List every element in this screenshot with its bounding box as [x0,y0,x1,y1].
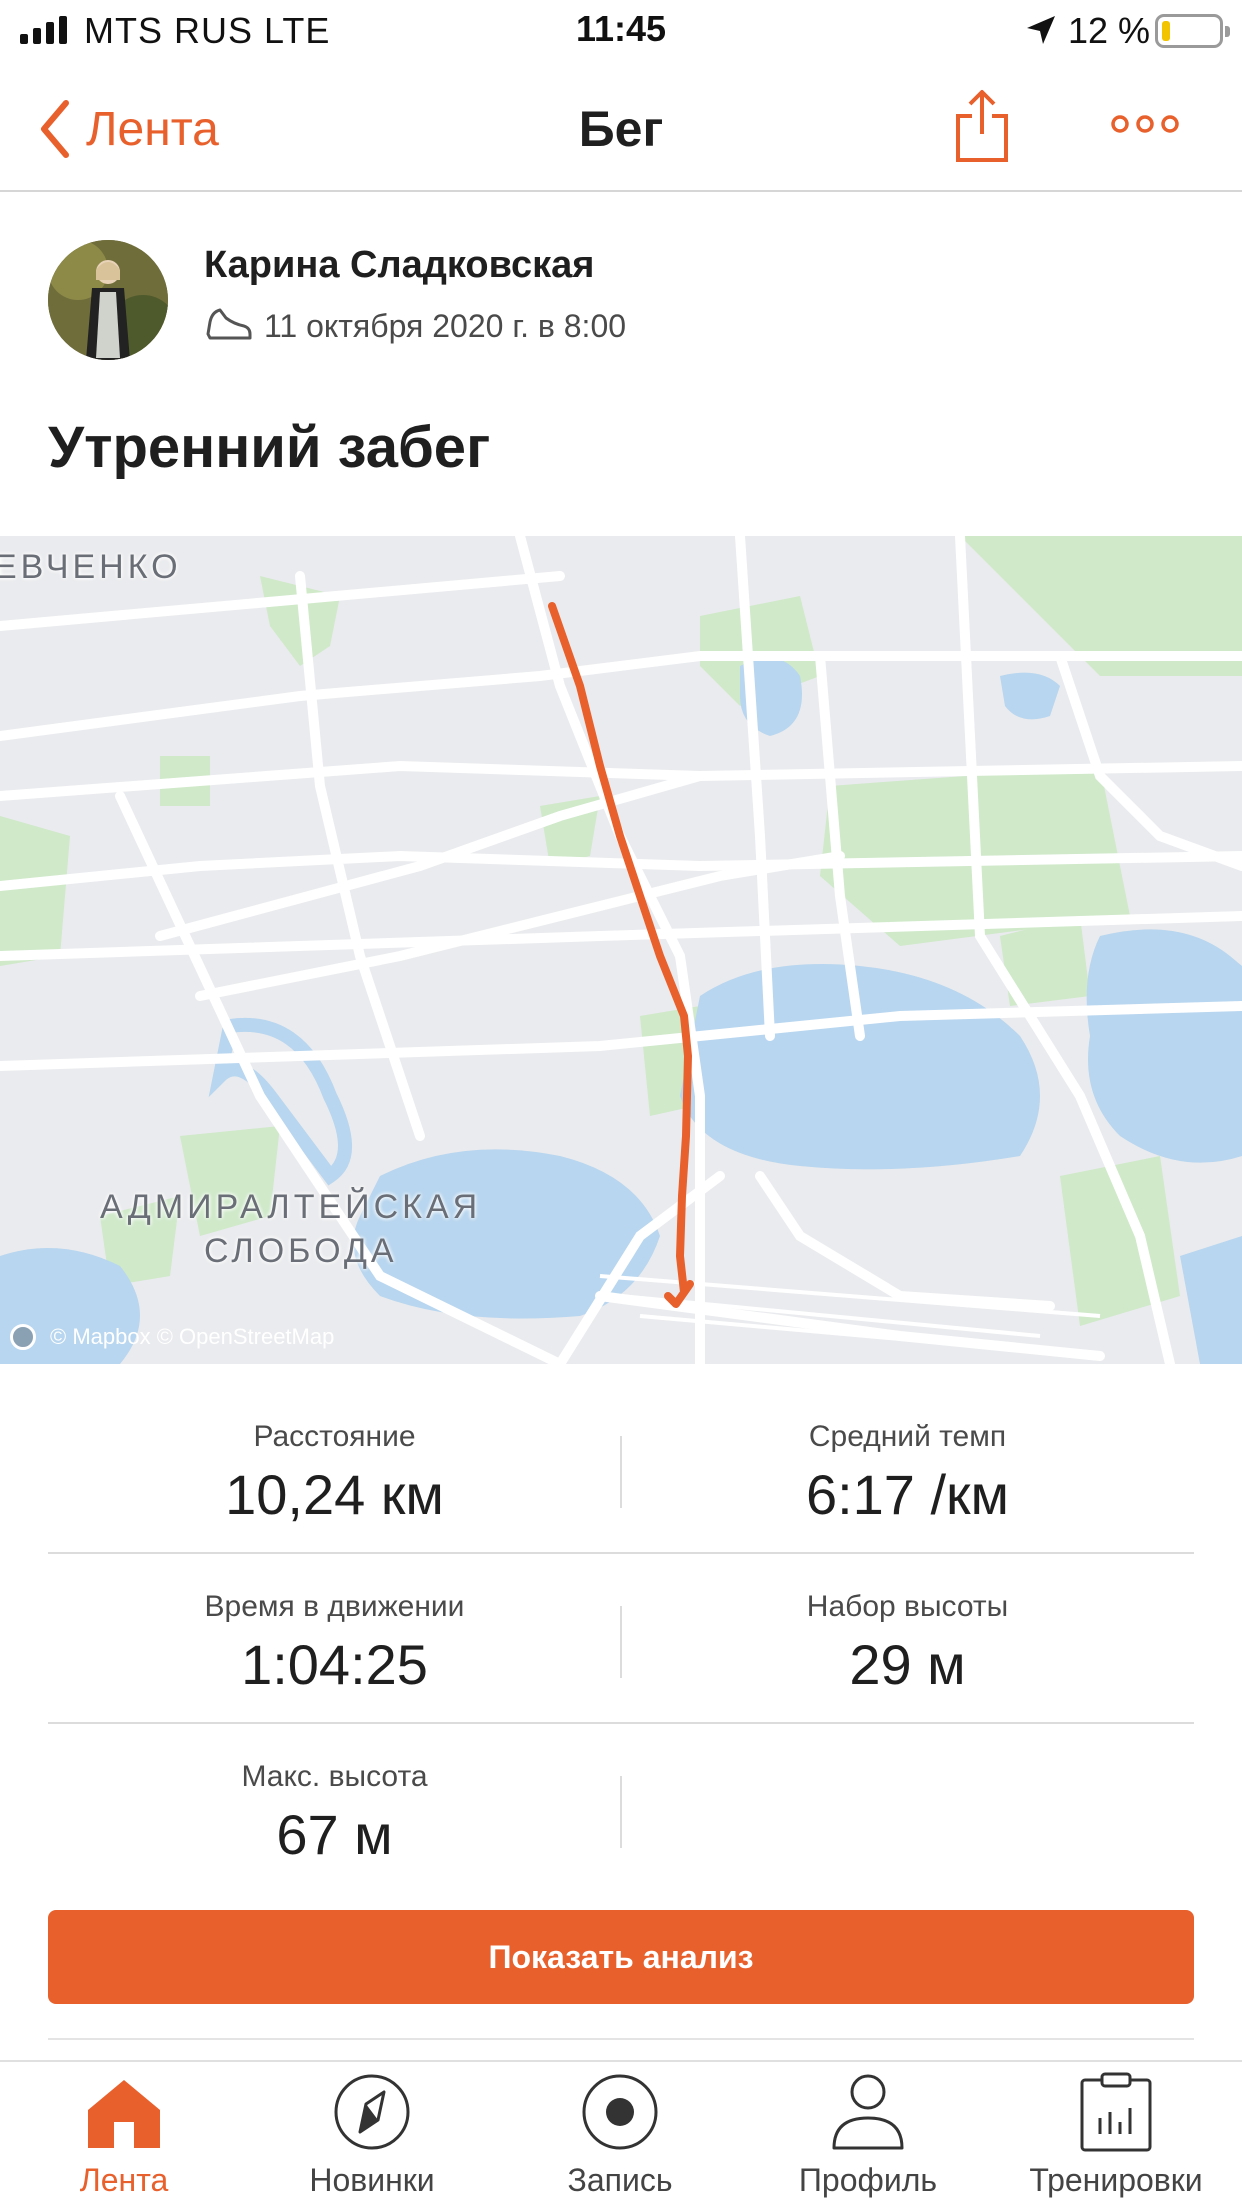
map-label-admiralteyskaya: АДМИРАЛТЕЙСКАЯ [100,1188,482,1226]
location-arrow-icon [1027,16,1055,44]
athlete-name[interactable]: Карина Сладковская [204,244,594,287]
divider [48,2038,1194,2040]
mapbox-logo-icon [10,1324,36,1350]
stat-label: Макс. высота [241,1760,428,1793]
tab-bar: Лента Новинки Запись Профиль Тренировки [0,2060,1242,2208]
stat-avg-pace: Средний темп 6:17 /км [621,1384,1194,1554]
tab-label: Профиль [798,2162,938,2198]
stat-moving-time: Время в движении 1:04:25 [48,1554,621,1724]
share-icon[interactable] [954,88,1010,164]
profile-icon [832,2074,904,2150]
stat-distance: Расстояние 10,24 км [48,1384,621,1554]
tab-label: Запись [567,2162,673,2198]
tab-explore[interactable]: Новинки [248,2062,496,2208]
stat-label: Время в движении [204,1590,465,1623]
route-map[interactable]: ЕВЧЕНКО АДМИРАЛТЕЙСКАЯ СЛОБОДА © Mapbox … [0,536,1242,1364]
record-icon [582,2074,658,2150]
stat-value: 10,24 км [225,1463,444,1526]
navigation-bar: Лента Бег [0,64,1242,192]
more-options-icon[interactable] [1110,110,1180,138]
stat-value: 1:04:25 [241,1633,428,1696]
activity-title: Утренний забег [48,415,491,480]
tab-label: Лента [79,2162,169,2198]
page-title: Бег [578,101,664,157]
stats-row: Расстояние 10,24 км Средний темп 6:17 /к… [48,1384,1194,1554]
battery-icon [1155,14,1230,48]
stat-label: Расстояние [253,1420,416,1453]
stat-value: 67 м [276,1803,393,1866]
athlete-avatar[interactable] [48,240,168,360]
battery-percent: 12 % [1068,10,1151,51]
stat-value: 29 м [849,1633,966,1696]
compass-icon [334,2074,410,2150]
map-canvas [0,536,1242,1364]
stat-value: 6:17 /км [805,1463,1010,1526]
home-icon [88,2080,160,2148]
divider [620,1776,622,1848]
activity-date: 11 октября 2020 г. в 8:00 [264,308,627,344]
tab-profile[interactable]: Профиль [744,2062,992,2208]
tab-label: Новинки [309,2162,435,2198]
stat-max-elevation: Макс. высота 67 м [48,1724,621,1894]
activity-stats: Расстояние 10,24 км Средний темп 6:17 /к… [48,1384,1194,1894]
map-label-shevchenko: ЕВЧЕНКО [0,548,182,586]
stat-label: Средний темп [808,1420,1007,1453]
training-clipboard-icon [1080,2072,1152,2152]
tab-label: Тренировки [1029,2162,1203,2198]
tab-record[interactable]: Запись [496,2062,744,2208]
tab-feed[interactable]: Лента [0,2062,248,2208]
stats-row: Время в движении 1:04:25 Набор высоты 29… [48,1554,1194,1724]
stat-elevation-gain: Набор высоты 29 м [621,1554,1194,1724]
map-label-sloboda: СЛОБОДА [204,1232,398,1270]
tab-training[interactable]: Тренировки [992,2062,1242,2208]
running-shoe-icon [206,308,252,340]
status-bar: MTS RUS LTE 11:45 12 % [0,0,1242,62]
stat-label: Набор высоты [806,1590,1009,1623]
attribution-text: © Mapbox © OpenStreetMap [50,1324,335,1349]
show-analysis-button[interactable]: Показать анализ [48,1910,1194,2004]
stats-row: Макс. высота 67 м [48,1724,1194,1894]
map-attribution[interactable]: © Mapbox © OpenStreetMap [10,1324,334,1350]
